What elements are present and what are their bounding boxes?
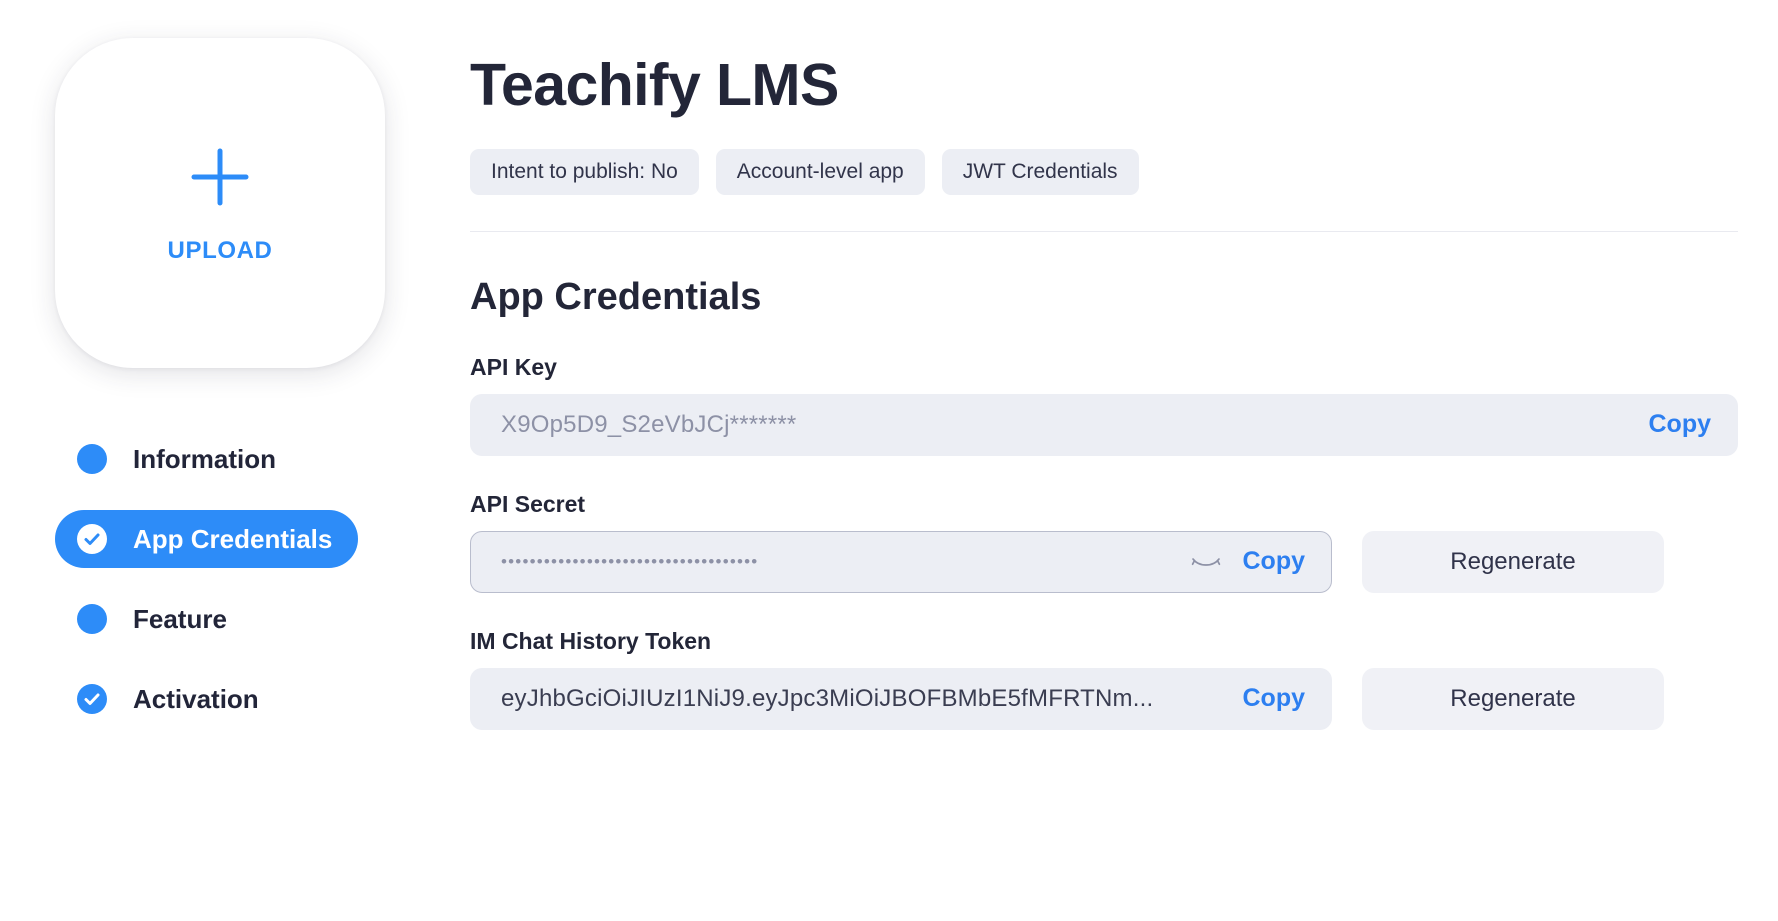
badge-app-level: Account-level app — [715, 148, 925, 195]
api-key-label: API Key — [470, 353, 557, 380]
left-sidebar: UPLOAD Information App Credentials Featu… — [0, 0, 470, 921]
sidebar-nav: Information App Credentials Feature Acti… — [55, 430, 470, 728]
regenerate-api-secret-button[interactable]: Regenerate — [1362, 530, 1664, 593]
section-title: App Credentials — [470, 275, 762, 318]
dot-icon — [77, 444, 107, 474]
im-chat-history-token-value: eyJhbGciOiJIUzI1NiJ9.eyJpc3MiOiJBOFBMbE5… — [501, 684, 1154, 712]
copy-im-chat-history-token-button[interactable]: Copy — [1243, 684, 1306, 713]
api-key-row: X9Op5D9_S2eVbJCj******* Copy — [470, 393, 1738, 456]
check-circle-icon — [77, 684, 107, 714]
sidebar-item-app-credentials[interactable]: App Credentials — [55, 510, 359, 568]
sidebar-item-information[interactable]: Information — [55, 430, 302, 488]
sidebar-item-label: App Credentials — [133, 523, 333, 554]
badge-credential-type: JWT Credentials — [941, 148, 1139, 195]
field-im-chat-history-token: IM Chat History Token eyJhbGciOiJIUzI1Ni… — [470, 628, 1738, 730]
sidebar-item-activation[interactable]: Activation — [55, 670, 285, 728]
im-chat-history-token-input[interactable]: eyJhbGciOiJIUzI1NiJ9.eyJpc3MiOiJBOFBMbE5… — [470, 667, 1332, 730]
regenerate-im-chat-history-token-button[interactable]: Regenerate — [1362, 667, 1664, 730]
field-api-key: API Key X9Op5D9_S2eVbJCj******* Copy — [470, 354, 1738, 456]
check-circle-icon — [77, 524, 107, 554]
copy-api-secret-button[interactable]: Copy — [1243, 547, 1306, 576]
app-credentials-page: UPLOAD Information App Credentials Featu… — [0, 0, 1778, 921]
header-divider — [470, 230, 1738, 232]
api-secret-masked-value: •••••••••••••••••••••••••••••••••••• — [501, 551, 759, 571]
sidebar-item-feature[interactable]: Feature — [55, 590, 253, 648]
im-chat-history-token-row: eyJhbGciOiJIUzI1NiJ9.eyJpc3MiOiJBOFBMbE5… — [470, 667, 1738, 730]
copy-api-key-button[interactable]: Copy — [1649, 410, 1712, 439]
sidebar-item-label: Information — [133, 443, 276, 474]
api-secret-label: API Secret — [470, 490, 586, 517]
app-logo-upload-tile[interactable]: UPLOAD — [55, 38, 385, 368]
sidebar-item-label: Feature — [133, 603, 227, 634]
eye-off-icon[interactable] — [1191, 553, 1221, 571]
plus-icon — [185, 142, 255, 217]
api-key-input[interactable]: X9Op5D9_S2eVbJCj******* Copy — [470, 393, 1738, 456]
api-key-value: X9Op5D9_S2eVbJCj******* — [501, 410, 797, 438]
dot-icon — [77, 604, 107, 634]
api-secret-row: •••••••••••••••••••••••••••••••••••• Cop… — [470, 530, 1738, 593]
upload-label: UPLOAD — [167, 236, 273, 264]
api-secret-input[interactable]: •••••••••••••••••••••••••••••••••••• Cop… — [470, 530, 1332, 593]
badge-intent-to-publish: Intent to publish: No — [470, 148, 699, 195]
main-content: Teachify LMS Intent to publish: No Accou… — [470, 0, 1778, 921]
im-chat-history-token-label: IM Chat History Token — [470, 627, 712, 654]
app-meta-badges: Intent to publish: No Account-level app … — [470, 148, 1738, 195]
page-title: Teachify LMS — [470, 52, 839, 118]
sidebar-item-label: Activation — [133, 683, 259, 714]
field-api-secret: API Secret •••••••••••••••••••••••••••••… — [470, 491, 1738, 593]
